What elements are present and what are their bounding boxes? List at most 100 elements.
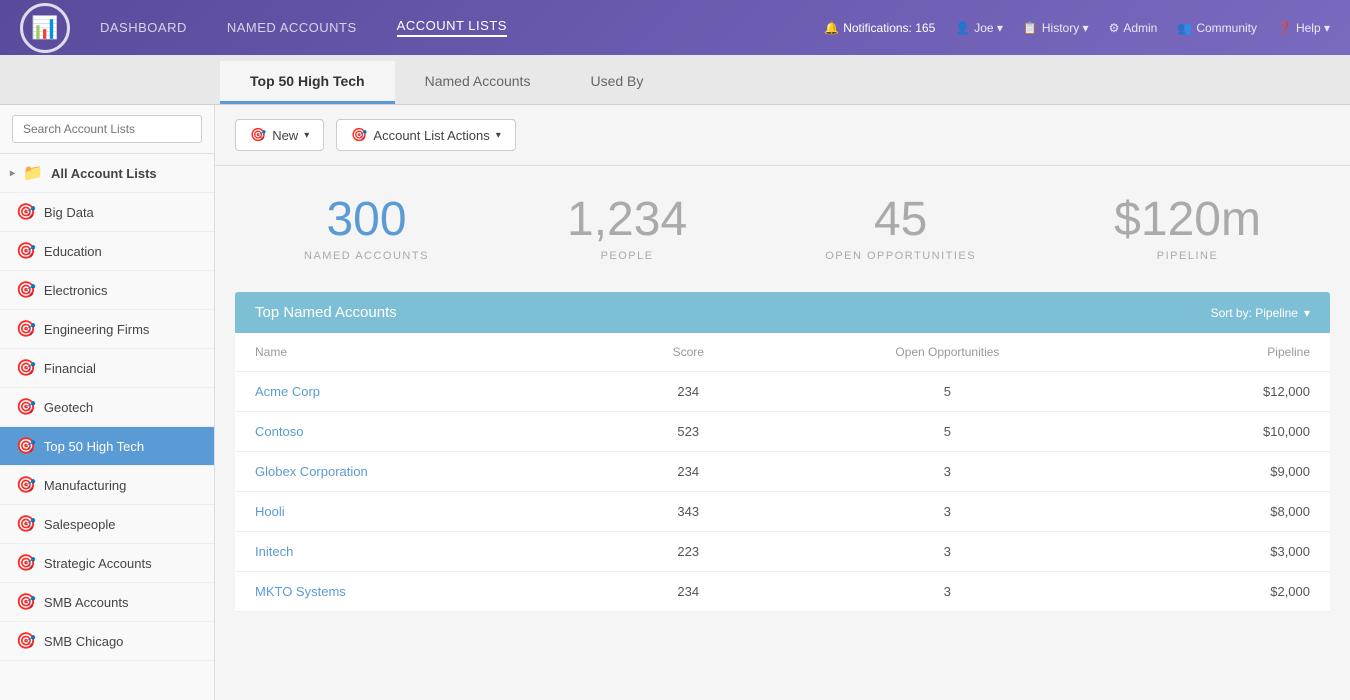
sidebar-item-financial[interactable]: 🎯 Financial bbox=[0, 349, 214, 388]
cell-pipeline: $10,000 bbox=[1121, 412, 1330, 452]
new-button[interactable]: 🎯 New ▾ bbox=[235, 119, 324, 151]
table-row: Globex Corporation 234 3 $9,000 bbox=[235, 452, 1330, 492]
list-icon-salespeople: 🎯 bbox=[16, 514, 36, 534]
sidebar-item-manufacturing[interactable]: 🎯 Manufacturing bbox=[0, 466, 214, 505]
sidebar-label-geotech: Geotech bbox=[44, 400, 93, 415]
folder-icon: 📁 bbox=[23, 163, 43, 183]
sidebar-parent-label: All Account Lists bbox=[51, 166, 157, 181]
account-list-actions-button[interactable]: 🎯 Account List Actions ▾ bbox=[336, 119, 516, 151]
sidebar-item-electronics[interactable]: 🎯 Electronics bbox=[0, 271, 214, 310]
sidebar-label-bigdata: Big Data bbox=[44, 205, 94, 220]
list-icon-strategic: 🎯 bbox=[16, 553, 36, 573]
community-button[interactable]: 👥 Community bbox=[1177, 21, 1257, 35]
account-link[interactable]: Contoso bbox=[255, 424, 303, 439]
sort-label: Sort by: Pipeline bbox=[1211, 306, 1298, 320]
sidebar-item-top50hightech[interactable]: 🎯 Top 50 High Tech bbox=[0, 427, 214, 466]
tab-top50hightech[interactable]: Top 50 High Tech bbox=[220, 61, 395, 104]
help-label: Help ▾ bbox=[1296, 21, 1330, 35]
community-label: Community bbox=[1196, 21, 1257, 35]
cell-pipeline: $9,000 bbox=[1121, 452, 1330, 492]
sidebar-label-manufacturing: Manufacturing bbox=[44, 478, 126, 493]
col-name: Name bbox=[235, 333, 602, 372]
list-icon-top50: 🎯 bbox=[16, 436, 36, 456]
cell-pipeline: $8,000 bbox=[1121, 492, 1330, 532]
sidebar-item-salespeople[interactable]: 🎯 Salespeople bbox=[0, 505, 214, 544]
table-title: Top Named Accounts bbox=[255, 304, 397, 321]
sidebar-label-smbchicago: SMB Chicago bbox=[44, 634, 123, 649]
tab-used-by[interactable]: Used By bbox=[560, 61, 673, 104]
admin-button[interactable]: ⚙ Admin bbox=[1109, 21, 1158, 35]
main-layout: ▸ 📁 All Account Lists 🎯 Big Data 🎯 Educa… bbox=[0, 105, 1350, 700]
account-link[interactable]: Hooli bbox=[255, 504, 285, 519]
cell-name: Globex Corporation bbox=[235, 452, 602, 492]
sort-button[interactable]: Sort by: Pipeline ▾ bbox=[1211, 306, 1310, 320]
notifications-button[interactable]: 🔔 Notifications: 165 bbox=[824, 21, 935, 35]
notifications-count: Notifications: 165 bbox=[843, 21, 935, 35]
sidebar-item-education[interactable]: 🎯 Education bbox=[0, 232, 214, 271]
tab-named-accounts[interactable]: Named Accounts bbox=[395, 61, 561, 104]
logo-icon: 📊 bbox=[31, 15, 58, 41]
sidebar-item-bigdata[interactable]: 🎯 Big Data bbox=[0, 193, 214, 232]
sidebar-item-smbchicago[interactable]: 🎯 SMB Chicago bbox=[0, 622, 214, 661]
data-table: Name Score Open Opportunities Pipeline A… bbox=[235, 333, 1330, 612]
stat-people-number: 1,234 bbox=[567, 196, 687, 244]
app-logo[interactable]: 📊 bbox=[20, 3, 70, 53]
admin-icon: ⚙ bbox=[1109, 21, 1120, 35]
sidebar-label-education: Education bbox=[44, 244, 102, 259]
history-menu[interactable]: 📋 History ▾ bbox=[1023, 21, 1089, 35]
list-icon-bigdata: 🎯 bbox=[16, 202, 36, 222]
nav-dashboard[interactable]: DASHBOARD bbox=[100, 20, 187, 35]
cell-score: 523 bbox=[602, 412, 774, 452]
nav-account-lists[interactable]: ACCOUNT LISTS bbox=[397, 18, 507, 37]
top-navigation: 📊 DASHBOARD NAMED ACCOUNTS ACCOUNT LISTS… bbox=[0, 0, 1350, 55]
actions-dropdown-icon: ▾ bbox=[496, 130, 501, 141]
cell-score: 234 bbox=[602, 372, 774, 412]
cell-name: Acme Corp bbox=[235, 372, 602, 412]
table-row: Hooli 343 3 $8,000 bbox=[235, 492, 1330, 532]
actions-label: Account List Actions bbox=[373, 128, 489, 143]
cell-open-opps: 3 bbox=[774, 572, 1121, 612]
stat-open-opps-number: 45 bbox=[825, 196, 976, 244]
sidebar-all-account-lists[interactable]: ▸ 📁 All Account Lists bbox=[0, 154, 214, 193]
stat-open-opps-label: OPEN OPPORTUNITIES bbox=[825, 250, 976, 262]
top-nav-right: 🔔 Notifications: 165 👤 Joe ▾ 📋 History ▾… bbox=[824, 21, 1330, 35]
account-link[interactable]: Acme Corp bbox=[255, 384, 320, 399]
sort-dropdown-icon: ▾ bbox=[1304, 306, 1310, 320]
stat-pipeline: $120m PIPELINE bbox=[1114, 196, 1261, 262]
sidebar-item-geotech[interactable]: 🎯 Geotech bbox=[0, 388, 214, 427]
account-link[interactable]: Initech bbox=[255, 544, 293, 559]
sidebar-item-strategic[interactable]: 🎯 Strategic Accounts bbox=[0, 544, 214, 583]
cell-score: 234 bbox=[602, 452, 774, 492]
top-named-accounts-table-section: Top Named Accounts Sort by: Pipeline ▾ N… bbox=[235, 292, 1330, 612]
sidebar-item-smb[interactable]: 🎯 SMB Accounts bbox=[0, 583, 214, 622]
cell-name: Contoso bbox=[235, 412, 602, 452]
stat-pipeline-label: PIPELINE bbox=[1114, 250, 1261, 262]
bell-icon: 🔔 bbox=[824, 21, 839, 35]
stat-people: 1,234 PEOPLE bbox=[567, 196, 687, 262]
primary-nav-links: DASHBOARD NAMED ACCOUNTS ACCOUNT LISTS bbox=[100, 18, 824, 37]
col-pipeline: Pipeline bbox=[1121, 333, 1330, 372]
community-icon: 👥 bbox=[1177, 21, 1192, 35]
cell-open-opps: 5 bbox=[774, 412, 1121, 452]
sidebar-label-engineering: Engineering Firms bbox=[44, 322, 150, 337]
list-icon-manufacturing: 🎯 bbox=[16, 475, 36, 495]
sidebar-label-top50: Top 50 High Tech bbox=[44, 439, 144, 454]
account-link[interactable]: MKTO Systems bbox=[255, 584, 346, 599]
user-label: Joe ▾ bbox=[974, 21, 1003, 35]
sidebar-label-financial: Financial bbox=[44, 361, 96, 376]
help-menu[interactable]: ❓ Help ▾ bbox=[1277, 21, 1330, 35]
nav-named-accounts[interactable]: NAMED ACCOUNTS bbox=[227, 20, 357, 35]
cell-score: 343 bbox=[602, 492, 774, 532]
col-score: Score bbox=[602, 333, 774, 372]
cell-name: Initech bbox=[235, 532, 602, 572]
sidebar-label-electronics: Electronics bbox=[44, 283, 108, 298]
cell-open-opps: 5 bbox=[774, 372, 1121, 412]
sidebar-item-engineering[interactable]: 🎯 Engineering Firms bbox=[0, 310, 214, 349]
main-content: 🎯 New ▾ 🎯 Account List Actions ▾ 300 NAM… bbox=[215, 105, 1350, 700]
user-menu[interactable]: 👤 Joe ▾ bbox=[955, 21, 1003, 35]
sidebar: ▸ 📁 All Account Lists 🎯 Big Data 🎯 Educa… bbox=[0, 105, 215, 700]
chevron-icon: ▸ bbox=[10, 168, 15, 179]
cell-name: MKTO Systems bbox=[235, 572, 602, 612]
account-link[interactable]: Globex Corporation bbox=[255, 464, 368, 479]
search-input[interactable] bbox=[12, 115, 202, 143]
